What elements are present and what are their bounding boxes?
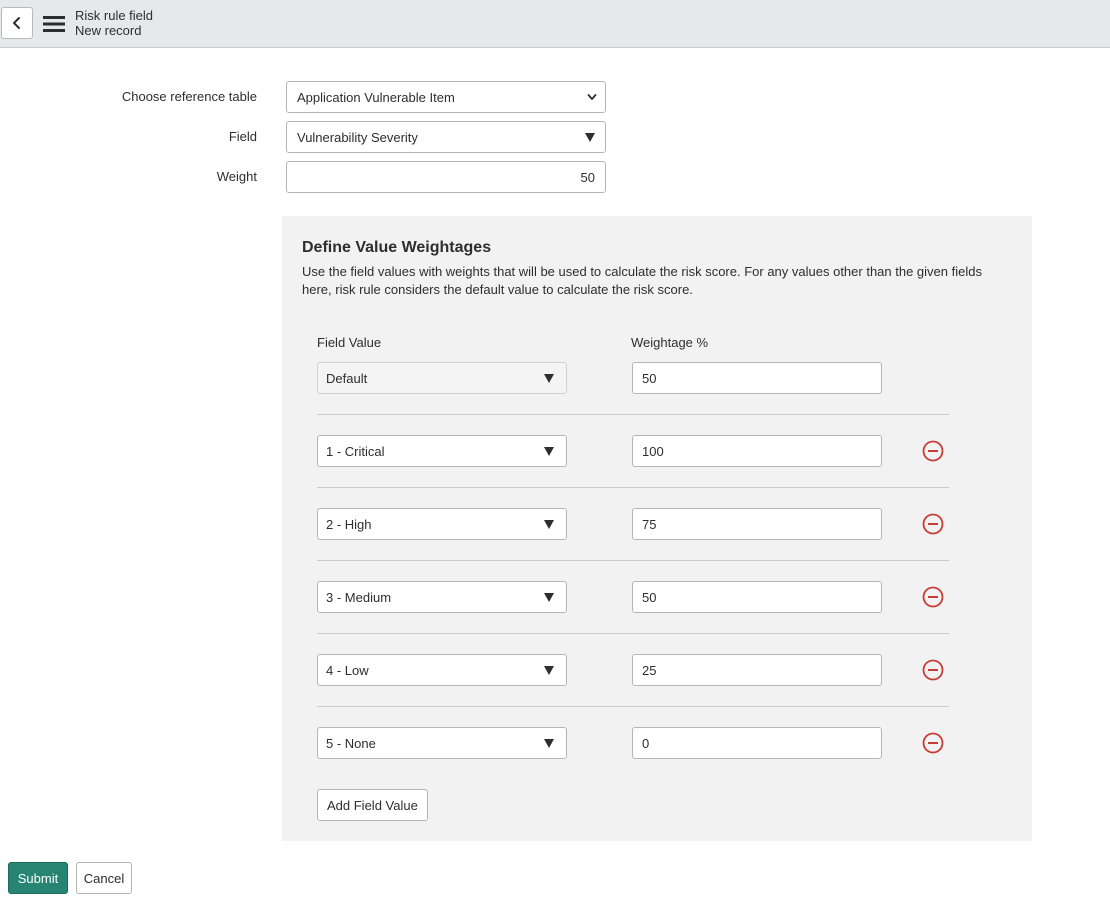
row-divider bbox=[317, 706, 949, 707]
page-header: Risk rule field New record bbox=[0, 0, 1110, 48]
reference-table-select[interactable]: Application Vulnerable Item bbox=[286, 81, 606, 113]
field-value-select[interactable]: 1 - Critical bbox=[317, 435, 567, 467]
field-value-text: 5 - None bbox=[326, 735, 376, 751]
dropdown-arrow-icon bbox=[544, 739, 554, 748]
weight-value: 50 bbox=[580, 169, 595, 185]
record-status-subtitle: New record bbox=[75, 23, 142, 38]
weightage-text: 25 bbox=[642, 662, 657, 678]
chevron-left-icon bbox=[13, 17, 20, 29]
minus-circle-icon[interactable] bbox=[922, 586, 944, 608]
record-type-title: Risk rule field bbox=[75, 8, 154, 23]
hamburger-menu-icon[interactable] bbox=[43, 15, 65, 33]
dropdown-arrow-icon bbox=[544, 666, 554, 675]
field-select[interactable]: Vulnerability Severity bbox=[286, 121, 606, 153]
row-divider bbox=[317, 560, 949, 561]
field-value-select[interactable]: 2 - High bbox=[317, 508, 567, 540]
weightage-input-default[interactable]: 50 bbox=[632, 362, 882, 394]
weightage-input[interactable]: 0 bbox=[632, 727, 882, 759]
weightage-input[interactable]: 100 bbox=[632, 435, 882, 467]
dropdown-arrow-icon bbox=[544, 447, 554, 456]
weightage-column-header: Weightage % bbox=[631, 335, 709, 350]
weightage-text: 50 bbox=[642, 370, 657, 386]
submit-button[interactable]: Submit bbox=[8, 862, 68, 894]
field-value-column-header: Field Value bbox=[317, 335, 382, 350]
weightage-text: 50 bbox=[642, 589, 657, 605]
field-value-select[interactable]: 3 - Medium bbox=[317, 581, 567, 613]
weightage-input[interactable]: 50 bbox=[632, 581, 882, 613]
weightage-input[interactable]: 75 bbox=[632, 508, 882, 540]
row-divider bbox=[317, 487, 949, 488]
field-value-text: Default bbox=[326, 370, 368, 386]
field-label: Field bbox=[228, 129, 257, 144]
dropdown-arrow-icon bbox=[544, 374, 554, 383]
weight-input[interactable]: 50 bbox=[286, 161, 606, 193]
dropdown-arrow-icon bbox=[585, 133, 595, 142]
field-value-select[interactable]: 5 - None bbox=[317, 727, 567, 759]
field-value: Vulnerability Severity bbox=[297, 129, 418, 145]
weightage-text: 100 bbox=[642, 443, 664, 459]
back-button[interactable] bbox=[1, 7, 33, 39]
weightage-text: 75 bbox=[642, 516, 657, 532]
row-divider bbox=[317, 633, 949, 634]
dropdown-arrow-icon bbox=[544, 520, 554, 529]
weight-label: Weight bbox=[216, 169, 257, 184]
field-value-text: 4 - Low bbox=[326, 662, 369, 678]
reference-table-label: Choose reference table bbox=[121, 89, 257, 104]
minus-circle-icon[interactable] bbox=[922, 440, 944, 462]
field-value-text: 1 - Critical bbox=[326, 443, 385, 459]
section-title: Define Value Weightages bbox=[302, 239, 492, 256]
weightage-input[interactable]: 25 bbox=[632, 654, 882, 686]
value-weightages-panel: Define Value Weightages Use the field va… bbox=[282, 216, 1032, 841]
section-description: Use the field values with weights that w… bbox=[302, 264, 982, 297]
row-divider bbox=[317, 414, 949, 415]
add-field-value-button[interactable]: Add Field Value bbox=[317, 789, 428, 821]
field-value-text: 2 - High bbox=[326, 516, 372, 532]
field-value-select[interactable]: 4 - Low bbox=[317, 654, 567, 686]
chevron-down-icon bbox=[587, 94, 597, 100]
reference-table-value: Application Vulnerable Item bbox=[297, 89, 455, 105]
minus-circle-icon[interactable] bbox=[922, 732, 944, 754]
field-value-select-default: Default bbox=[317, 362, 567, 394]
weightage-text: 0 bbox=[642, 735, 650, 751]
minus-circle-icon[interactable] bbox=[922, 659, 944, 681]
field-value-text: 3 - Medium bbox=[326, 589, 392, 605]
dropdown-arrow-icon bbox=[544, 593, 554, 602]
minus-circle-icon[interactable] bbox=[922, 513, 944, 535]
cancel-button[interactable]: Cancel bbox=[76, 862, 132, 894]
